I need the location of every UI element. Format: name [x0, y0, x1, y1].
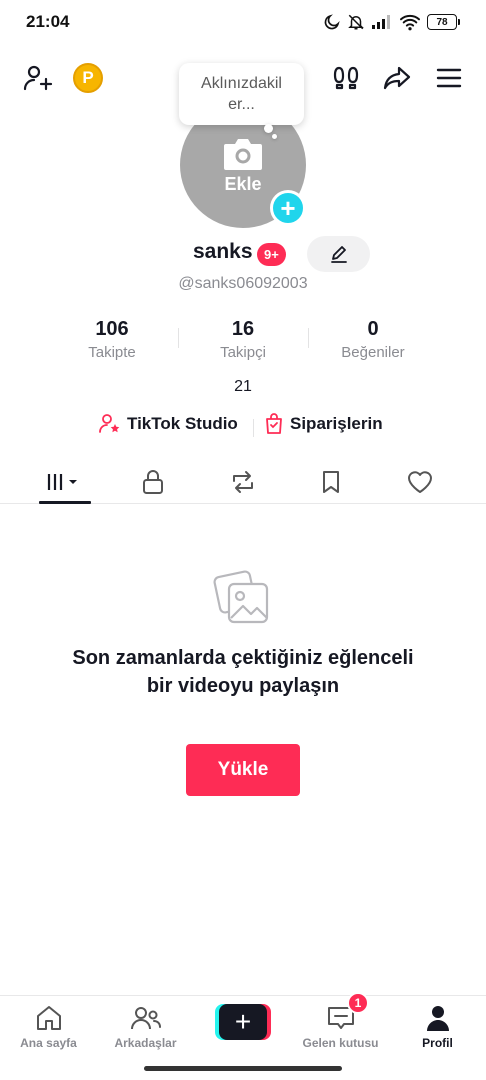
- add-friend-button[interactable]: [20, 60, 56, 96]
- tab-videos[interactable]: [35, 462, 95, 502]
- name-row: sanks 9+: [0, 236, 486, 272]
- thought-bubble[interactable]: Aklınızdakil er...: [179, 63, 304, 125]
- grid-filter-icon: [47, 474, 77, 490]
- pencil-icon: [330, 246, 347, 263]
- stats-row: 106 Takipte 16 Takipçi 0 Beğeniler: [0, 318, 486, 368]
- share-button[interactable]: [379, 60, 415, 96]
- footprints-icon: [333, 66, 359, 90]
- empty-state-message: Son zamanlarda çektiğiniz eğlenceli bir …: [72, 647, 414, 697]
- signal-icon: [372, 15, 390, 29]
- links-divider: [253, 419, 254, 437]
- studio-label: TikTok Studio: [127, 414, 238, 433]
- coin-icon: P: [73, 63, 103, 93]
- nav-profile[interactable]: Profil: [389, 1004, 486, 1050]
- create-button[interactable]: +: [215, 1004, 271, 1040]
- stat-followers[interactable]: 16 Takipçi: [178, 318, 308, 361]
- orders-link[interactable]: Siparişlerin: [264, 413, 383, 435]
- bio-text: 21: [234, 378, 252, 395]
- tiktok-studio-link[interactable]: TikTok Studio: [99, 413, 238, 435]
- add-person-icon: [23, 65, 53, 91]
- nav-friends-label: Arkadaşlar: [114, 1036, 177, 1050]
- avatar-add-label: Ekle: [224, 173, 262, 194]
- bookmark-icon: [323, 471, 339, 493]
- status-bar: 21:04 78: [0, 0, 486, 44]
- tab-private[interactable]: [123, 462, 183, 502]
- stat-following[interactable]: 106 Takipte: [47, 318, 177, 361]
- studio-icon: [99, 414, 120, 433]
- upload-button[interactable]: Yükle: [186, 744, 300, 796]
- share-arrow-icon: [383, 66, 411, 90]
- inbox-count-badge: 1: [347, 992, 369, 1014]
- stat-likes[interactable]: 0 Beğeniler: [308, 318, 438, 361]
- hamburger-menu-icon: [436, 68, 462, 88]
- muted-bell-icon: [348, 14, 364, 30]
- battery-icon: 78: [427, 14, 460, 30]
- nav-home-label: Ana sayfa: [20, 1036, 77, 1050]
- stat-value: 16: [231, 318, 255, 340]
- tab-reposts[interactable]: [213, 462, 273, 502]
- add-photo-button[interactable]: +: [270, 190, 306, 226]
- battery-level: 78: [427, 14, 457, 30]
- active-tab-indicator: [39, 501, 91, 504]
- friends-icon: [130, 1007, 161, 1030]
- profile-icon: [426, 1006, 449, 1031]
- shopping-bag-icon: [266, 413, 282, 434]
- user-handle: @sanks06092003: [178, 275, 308, 292]
- bubble-tail-small: [272, 134, 277, 139]
- nav-inbox[interactable]: Gelen kutusu: [292, 1004, 389, 1050]
- heart-icon: [408, 471, 432, 493]
- content-tabs: [0, 456, 486, 504]
- stat-label: Takipte: [88, 344, 136, 361]
- status-time: 21:04: [26, 12, 70, 31]
- stat-label: Beğeniler: [341, 344, 405, 361]
- edit-profile-button[interactable]: [307, 236, 370, 272]
- tab-saved[interactable]: [301, 462, 361, 502]
- stat-value: 106: [95, 318, 129, 340]
- repost-icon: [233, 471, 253, 493]
- bubble-tail: [264, 124, 273, 133]
- username: sanks: [193, 240, 253, 263]
- lock-icon: [143, 470, 163, 494]
- stat-label: Takipçi: [220, 344, 266, 361]
- nav-home[interactable]: Ana sayfa: [0, 1004, 97, 1050]
- footprints-button[interactable]: [328, 60, 364, 96]
- camera-icon: [224, 138, 262, 170]
- wifi-icon: [400, 14, 420, 31]
- tab-liked[interactable]: [390, 462, 450, 502]
- stat-value: 0: [367, 318, 379, 340]
- nav-profile-label: Profil: [422, 1036, 453, 1050]
- plus-icon: +: [219, 1004, 267, 1040]
- home-icon: [36, 1006, 61, 1030]
- photos-placeholder-icon: [213, 570, 269, 624]
- menu-button[interactable]: [431, 60, 467, 96]
- moon-icon: [324, 14, 340, 30]
- notification-badge[interactable]: 9+: [257, 243, 286, 266]
- links-row: TikTok Studio Siparişlerin: [0, 413, 486, 443]
- status-icons: 78: [323, 13, 460, 31]
- orders-label: Siparişlerin: [290, 414, 383, 433]
- home-indicator[interactable]: [144, 1066, 342, 1071]
- nav-friends[interactable]: Arkadaşlar: [97, 1004, 194, 1050]
- coins-button[interactable]: P: [70, 60, 106, 96]
- nav-inbox-label: Gelen kutusu: [302, 1036, 379, 1050]
